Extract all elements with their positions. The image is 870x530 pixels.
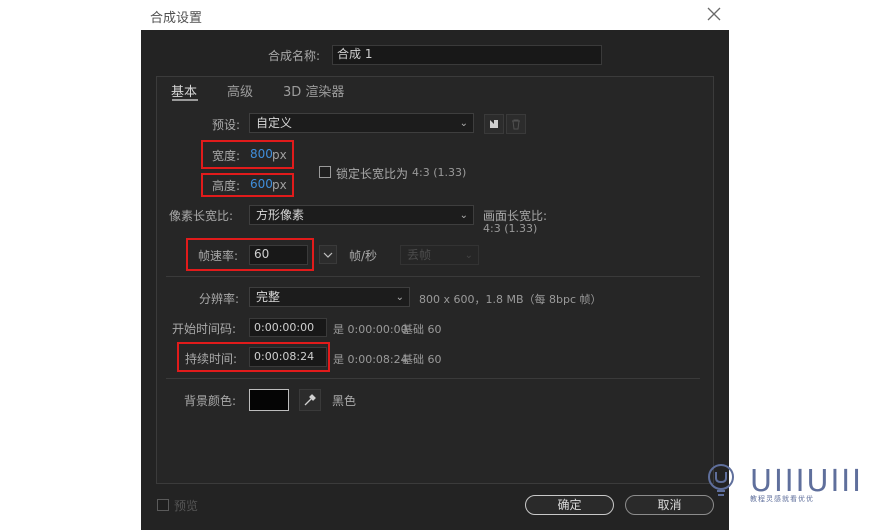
window-title: 合成设置 [150,11,203,26]
duration-base: 基础 60 [402,353,442,366]
preset-label: 预设: [212,118,241,132]
comp-name-input[interactable]: 合成 1 [332,45,602,65]
tab-advanced[interactable]: 高级 [227,81,253,100]
start-timecode-label: 开始时间码: [172,322,237,336]
width-value[interactable]: 800 [250,147,273,161]
frame-rate-input[interactable]: 60 [249,245,308,265]
pixel-aspect-value: 方形像素 [256,208,305,222]
background-color-label: 背景颜色: [184,394,237,408]
drop-frame-dropdown[interactable]: 丢帧 ⌄ [400,245,479,265]
background-color-swatch[interactable] [249,389,289,411]
eyedropper-icon[interactable] [299,389,321,411]
pixel-aspect-label: 像素长宽比: [169,209,234,223]
tab-3d-renderer[interactable]: 3D 渲染器 [283,81,344,100]
chevron-down-icon: ⌄ [459,210,468,221]
height-value[interactable]: 600 [250,177,273,191]
resolution-value: 完整 [256,290,281,304]
trash-icon[interactable] [506,114,526,134]
drop-frame-value: 丢帧 [407,248,432,262]
start-timecode-base: 基础 60 [402,323,442,336]
resolution-dropdown[interactable]: 完整 ⌄ [249,287,410,307]
preview-checkbox[interactable] [157,499,169,511]
duration-equals: 是 0:00:08:24 [333,353,408,366]
preset-dropdown[interactable]: 自定义 ⌄ [249,113,474,133]
chevron-down-icon: ⌄ [395,292,404,303]
width-label: 宽度: [212,149,241,163]
frame-rate-label: 帧速率: [198,249,239,263]
watermark-logo-icon [707,463,735,499]
divider [166,378,700,379]
chevron-down-icon: ⌄ [464,250,473,261]
divider [166,276,700,277]
frame-rate-unit: 帧/秒 [349,249,378,263]
start-timecode-input[interactable]: 0:00:00:00 [249,318,327,337]
background-color-name: 黑色 [332,394,357,408]
height-label: 高度: [212,179,241,193]
resolution-info: 800 x 600，1.8 MB（每 8bpc 帧） [419,293,602,306]
lock-aspect-checkbox[interactable] [319,166,331,178]
watermark-tagline: 教程灵感就看优优 [750,495,814,503]
preview-label: 预览 [174,499,199,513]
save-preset-icon[interactable] [484,114,504,134]
lock-aspect-ratio: 4:3 (1.33) [412,166,467,179]
settings-panel [156,76,714,484]
close-icon[interactable] [705,5,723,23]
pixel-aspect-dropdown[interactable]: 方形像素 ⌄ [249,205,474,225]
cancel-button[interactable]: 取消 [625,495,714,515]
preset-value: 自定义 [256,116,293,130]
resolution-label: 分辨率: [199,292,240,306]
tab-active-indicator [172,99,198,101]
tab-basic[interactable]: 基本 [171,81,197,100]
width-unit: px [272,148,287,162]
frame-rate-dropdown[interactable] [319,245,337,264]
lock-aspect-label: 锁定长宽比为 [336,167,409,181]
duration-input[interactable]: 0:00:08:24 [249,347,327,367]
frame-aspect-value: 4:3 (1.33) [483,222,538,235]
duration-label: 持续时间: [185,352,238,366]
comp-name-label: 合成名称: [268,49,321,63]
ok-button[interactable]: 确定 [525,495,614,515]
height-unit: px [272,178,287,192]
start-timecode-equals: 是 0:00:00:00 [333,323,408,336]
chevron-down-icon: ⌄ [459,118,468,129]
